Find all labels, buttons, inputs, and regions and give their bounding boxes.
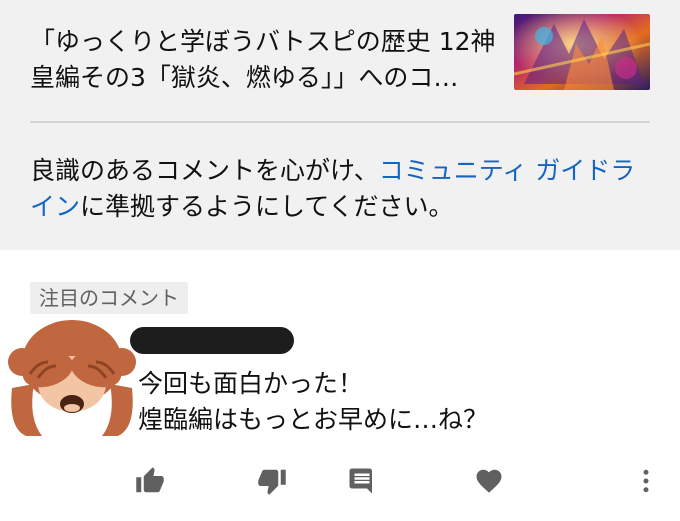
guideline-suffix: に準拠するようにしてください。 <box>80 192 454 221</box>
video-thumbnail[interactable] <box>514 14 650 90</box>
comment-line: 煌臨編はもっとお早めに…ね？ <box>138 405 489 434</box>
reply-icon[interactable] <box>344 463 380 499</box>
guideline-prefix: 良識のあるコメントを心がけ、 <box>30 156 379 185</box>
thumbnail-art <box>514 14 650 90</box>
comments-header-panel: 「ゆっくりと学ぼうバトスピの歴史 12神皇編その3「獄炎、燃ゆる」」へのコ… 良… <box>0 0 680 250</box>
divider <box>30 121 650 123</box>
thumbs-up-icon[interactable] <box>132 463 168 499</box>
comment-line: 今回も面白かった！ <box>138 369 364 398</box>
comment-action-bar <box>0 455 680 505</box>
see-no-evil-monkey-icon[interactable] <box>8 318 136 436</box>
thumbs-down-icon[interactable] <box>254 463 290 499</box>
more-vert-icon[interactable] <box>628 463 664 499</box>
featured-comment-badge: 注目のコメント <box>30 282 188 314</box>
community-guideline-notice: 良識のあるコメントを心がけ、コミュニティ ガイドラインに準拠するようにしてくださ… <box>30 153 660 225</box>
heart-icon[interactable] <box>471 463 507 499</box>
redacted-author-name <box>130 327 294 354</box>
comment-text: 今回も面白かった！ 煌臨編はもっとお早めに…ね？ <box>138 366 638 438</box>
video-title[interactable]: 「ゆっくりと学ぼうバトスピの歴史 12神皇編その3「獄炎、燃ゆる」」へのコ… <box>30 24 500 96</box>
